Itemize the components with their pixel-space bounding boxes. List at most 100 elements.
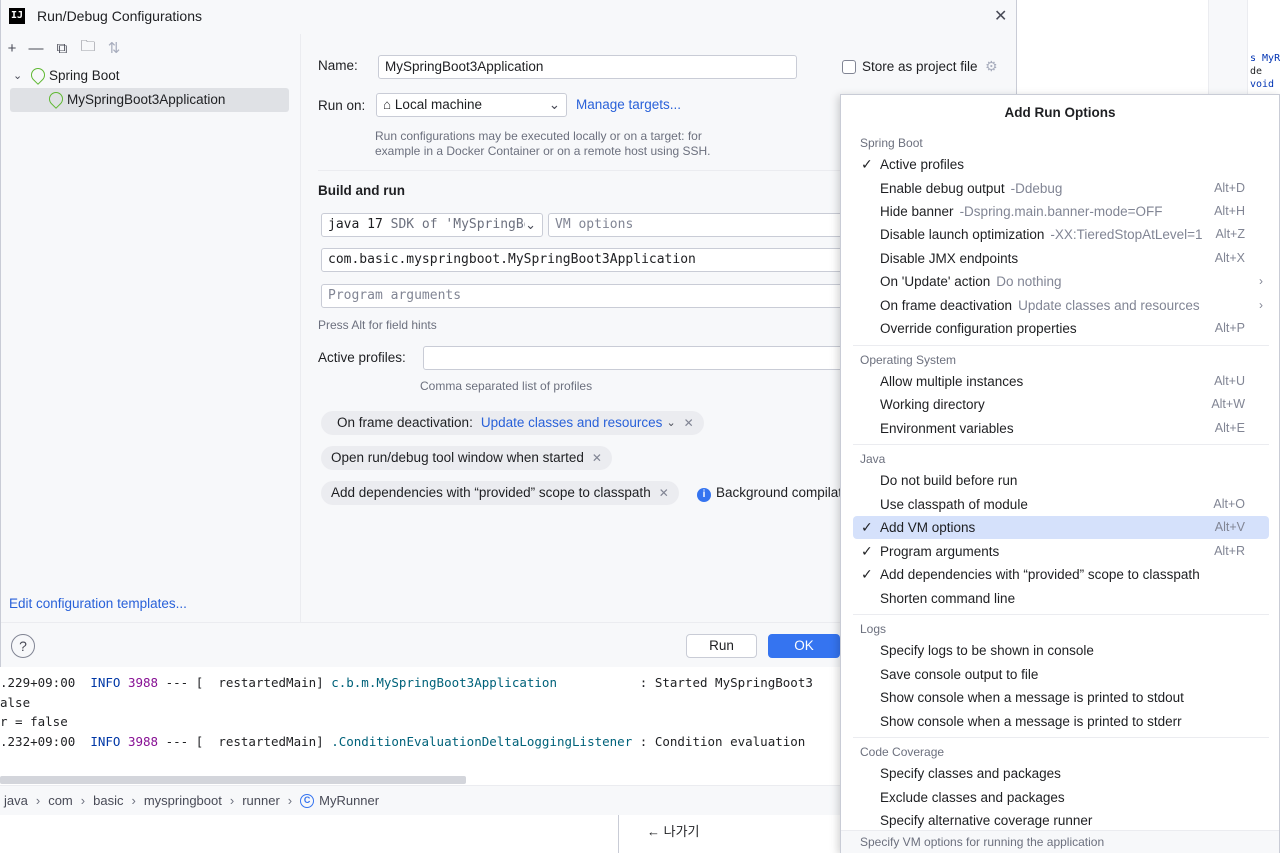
option-specify-classes-packages[interactable]: Specify classes and packages <box>853 762 1269 785</box>
option-shortcut: Alt+H <box>1214 204 1245 218</box>
active-profiles-field[interactable] <box>423 346 848 370</box>
option-alternative-coverage-runner[interactable]: Specify alternative coverage runner <box>853 809 1269 832</box>
option-label: Do not build before run <box>880 473 1018 488</box>
store-project-checkbox[interactable] <box>842 60 856 74</box>
jdk-dropdown[interactable]: java 17 SDK of 'MySpringBo ⌄ <box>321 213 543 237</box>
new-folder-icon[interactable]: 🗀 <box>75 36 101 61</box>
option-show-console-stderr[interactable]: Show console when a message is printed t… <box>853 710 1269 733</box>
option-label: Environment variables <box>880 421 1014 436</box>
breadcrumb-item[interactable]: basic <box>93 793 123 808</box>
manage-targets-link[interactable]: Manage targets... <box>576 97 681 112</box>
option-shorten-command-line[interactable]: Shorten command line <box>853 587 1269 610</box>
run-on-hint-line1: Run configurations may be executed local… <box>375 129 702 143</box>
breadcrumb-item[interactable]: MyRunner <box>319 793 379 808</box>
option-do-not-build-before-run[interactable]: Do not build before run <box>853 469 1269 492</box>
add-icon[interactable]: + <box>1 40 23 57</box>
option-on-update-action[interactable]: On 'Update' action Do nothing › <box>853 270 1269 293</box>
option-text: On frame deactivation <box>880 298 1013 313</box>
option-extra: Do nothing <box>996 274 1062 289</box>
option-exclude-classes-packages[interactable]: Exclude classes and packages <box>853 786 1269 809</box>
chip-frame-deactivation[interactable]: On frame deactivation: Update classes and… <box>321 411 704 435</box>
option-label: On 'Update' action Do nothing <box>880 270 1062 293</box>
run-on-dropdown[interactable]: ⌂ Local machine ⌄ <box>376 93 567 117</box>
breadcrumb-item[interactable]: runner <box>242 793 280 808</box>
breadcrumb-item[interactable]: java <box>4 793 28 808</box>
vm-options-field[interactable]: VM options <box>548 213 848 237</box>
option-label: Specify logs to be shown in console <box>880 643 1094 658</box>
option-label: Enable debug output -Ddebug <box>880 177 1062 200</box>
option-hide-banner[interactable]: Hide banner -Dspring.main.banner-mode=OFF… <box>853 200 1269 223</box>
help-button[interactable]: ? <box>11 634 35 658</box>
option-show-console-stdout[interactable]: Show console when a message is printed t… <box>853 686 1269 709</box>
option-disable-jmx-endpoints[interactable]: Disable JMX endpoints Alt+X <box>853 247 1269 270</box>
run-console[interactable]: .229+09:00 INFO 3988 --- [ restartedMain… <box>0 667 840 785</box>
tree-item-configuration[interactable]: MySpringBoot3Application <box>46 89 225 111</box>
tree-group-spring-boot[interactable]: Spring Boot <box>28 65 120 87</box>
chip-value[interactable]: Update classes and resources <box>481 411 663 435</box>
home-icon: ⌂ <box>383 97 392 112</box>
log-level: INFO <box>90 734 121 749</box>
option-save-console-output[interactable]: Save console output to file <box>853 663 1269 686</box>
log-message: : Condition evaluation <box>639 734 806 749</box>
option-extra: -Ddebug <box>1010 181 1063 196</box>
option-environment-variables[interactable]: Environment variables Alt+E <box>853 417 1269 440</box>
option-extra: -Dspring.main.banner-mode=OFF <box>959 204 1163 219</box>
option-specify-logs[interactable]: Specify logs to be shown in console <box>853 639 1269 662</box>
option-on-frame-deactivation[interactable]: On frame deactivation Update classes and … <box>853 294 1269 317</box>
sort-icon[interactable]: ⇅ <box>101 39 127 57</box>
breadcrumb-item[interactable]: myspringboot <box>144 793 222 808</box>
option-shortcut: Alt+X <box>1214 251 1245 265</box>
back-label: 나가기 <box>663 824 700 839</box>
log-thread: restartedMain] <box>218 675 324 690</box>
edit-templates-link[interactable]: Edit configuration templates... <box>9 596 187 611</box>
code-fragment-2: de <box>1250 66 1263 77</box>
popup-footer-hint: Specify VM options for running the appli… <box>841 830 1279 853</box>
back-link[interactable]: ← 나가기 <box>647 821 700 840</box>
option-active-profiles[interactable]: ✓ Active profiles <box>853 153 1269 176</box>
section-divider <box>318 170 858 171</box>
option-label: Override configuration properties <box>880 321 1077 336</box>
chevron-right-icon: › <box>1259 274 1263 288</box>
chip-label: Open run/debug tool window when started <box>331 450 584 465</box>
main-class-field[interactable]: com.basic.myspringboot.MySpringBoot3Appl… <box>321 248 848 272</box>
option-label: Specify alternative coverage runner <box>880 813 1093 828</box>
option-label: Show console when a message is printed t… <box>880 714 1182 729</box>
program-arguments-field[interactable]: Program arguments <box>321 284 848 308</box>
option-add-vm-options[interactable]: ✓ Add VM options Alt+V <box>853 516 1269 539</box>
option-label: Program arguments <box>880 544 1000 559</box>
remove-icon[interactable]: — <box>23 40 49 57</box>
dialog-title: Run/Debug Configurations <box>37 8 202 24</box>
copy-icon[interactable]: ⧉ <box>49 40 75 57</box>
option-enable-debug-output[interactable]: Enable debug output -Ddebug Alt+D <box>853 177 1269 200</box>
dialog-titlebar: IJ Run/Debug Configurations ✕ <box>1 0 1016 34</box>
option-use-classpath-of-module[interactable]: Use classpath of module Alt+O <box>853 493 1269 516</box>
option-allow-multiple-instances[interactable]: Allow multiple instances Alt+U <box>853 370 1269 393</box>
name-field[interactable]: MySpringBoot3Application <box>378 55 797 79</box>
close-icon[interactable]: ✕ <box>684 411 694 435</box>
close-icon[interactable]: ✕ <box>592 446 602 470</box>
close-icon[interactable]: ✕ <box>659 481 669 505</box>
spring-boot-icon <box>46 89 66 109</box>
option-label: Working directory <box>880 397 985 412</box>
option-add-provided-dependencies[interactable]: ✓ Add dependencies with “provided” scope … <box>853 563 1269 586</box>
option-program-arguments[interactable]: ✓ Program arguments Alt+R <box>853 540 1269 563</box>
log-sep: --- [ <box>165 734 204 749</box>
run-button[interactable]: Run <box>686 634 757 658</box>
breadcrumb-item[interactable]: com <box>48 793 73 808</box>
chevron-down-icon[interactable]: ⌄ <box>13 69 22 82</box>
close-icon[interactable]: ✕ <box>994 6 1007 26</box>
console-horizontal-scrollbar[interactable] <box>0 776 466 784</box>
spring-boot-icon <box>28 65 48 85</box>
option-disable-launch-optimization[interactable]: Disable launch optimization -XX:TieredSto… <box>853 223 1269 246</box>
ok-button[interactable]: OK <box>768 634 840 658</box>
background-compilation-notice: i Background compilati <box>697 485 841 502</box>
run-on-hint-line2: example in a Docker Container or on a re… <box>375 144 711 158</box>
option-override-configuration-properties[interactable]: Override configuration properties Alt+P <box>853 317 1269 340</box>
chip-tool-window[interactable]: Open run/debug tool window when started ✕ <box>321 446 612 470</box>
gear-icon[interactable]: ⚙ <box>985 58 998 75</box>
tree-group-label: Spring Boot <box>49 68 120 83</box>
option-extra: Update classes and resources <box>1018 298 1200 313</box>
option-working-directory[interactable]: Working directory Alt+W <box>853 393 1269 416</box>
group-operating-system: Operating System <box>860 353 957 367</box>
chip-provided-scope[interactable]: Add dependencies with “provided” scope t… <box>321 481 679 505</box>
